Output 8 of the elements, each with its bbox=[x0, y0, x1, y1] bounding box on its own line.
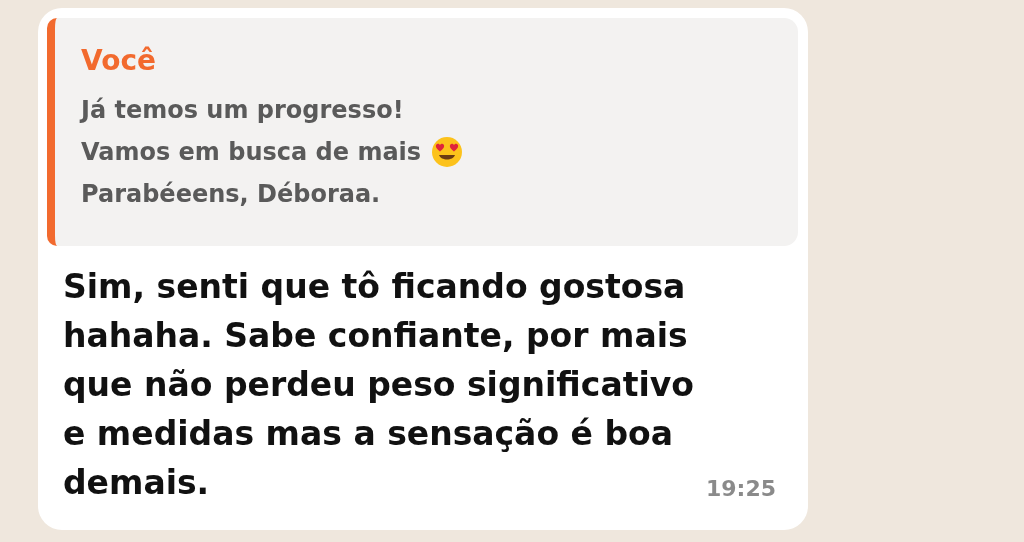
heart-eyes-emoji-icon bbox=[431, 136, 464, 168]
message-time: 19:25 bbox=[705, 476, 776, 501]
quote-author: Você bbox=[81, 44, 157, 77]
quote-text: Já temos um progresso! bbox=[81, 96, 404, 124]
quote-text: Vamos em busca de mais bbox=[81, 138, 422, 166]
quoted-message[interactable]: Você Já temos um progresso! Vamos em busca de mais Parabéeens, Déboraa. bbox=[47, 18, 798, 246]
quote-text: Parabéeens, Déboraa. bbox=[81, 180, 381, 208]
message-text: Sim, senti que tô ficando gostosa hahaha. Sabe confiante, por mais que não perdeu peso significativo e medidas mas a sensação é boa demais. bbox=[63, 266, 695, 504]
